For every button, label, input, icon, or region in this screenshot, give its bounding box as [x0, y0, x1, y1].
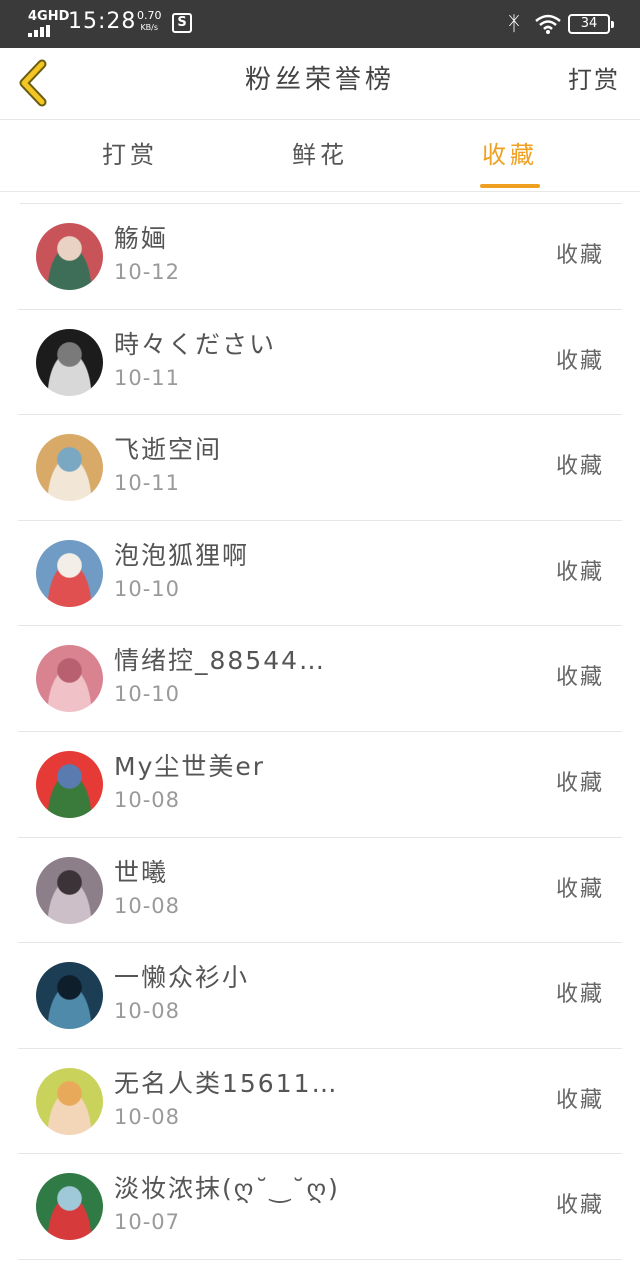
tab-flowers[interactable]: 鲜花 [250, 120, 390, 192]
list-item[interactable]: 飞逝空间 10-11 收藏 [18, 415, 622, 521]
fan-name: 觞婳 [114, 224, 169, 253]
fan-list: 觞婳 10-12 收藏 時々ください 10-11 收藏 飞逝空间 10-11 收… [18, 204, 622, 1260]
avatar[interactable] [36, 750, 103, 818]
list-item[interactable]: 泡泡狐狸啊 10-10 收藏 [18, 521, 622, 627]
reward-button[interactable]: 打赏 [568, 62, 620, 98]
fan-name: 泡泡狐狸啊 [114, 540, 250, 570]
fan-name: 世曦 [114, 857, 169, 887]
fan-name: 飞逝空间 [114, 435, 223, 465]
fan-action-type: 收藏 [555, 454, 604, 480]
avatar[interactable] [36, 539, 103, 607]
fan-date: 10-07 [114, 1210, 181, 1235]
tab-reward[interactable]: 打赏 [60, 120, 200, 192]
avatar[interactable] [36, 645, 103, 713]
fan-date: 10-08 [114, 999, 181, 1024]
signal-icon [28, 25, 52, 37]
active-tab-indicator [480, 184, 540, 188]
clock: 15:28 [68, 9, 137, 34]
fan-date: 10-12 [114, 260, 181, 284]
list-item[interactable]: 情绪控_88544… 10-10 收藏 [18, 626, 622, 732]
fan-name: My尘世美er [114, 751, 266, 781]
fan-name: 无名人类15611… [114, 1068, 339, 1098]
fan-date: 10-10 [114, 576, 181, 601]
avatar[interactable] [36, 1173, 103, 1241]
fan-action-type: 收藏 [555, 876, 604, 902]
fan-date: 10-11 [114, 471, 181, 496]
fan-date: 10-08 [114, 787, 181, 812]
tab-favorites[interactable]: 收藏 [440, 120, 580, 192]
list-item[interactable]: 一懒众衫小 10-08 收藏 [18, 943, 622, 1049]
fan-date: 10-10 [114, 682, 181, 707]
fan-date: 10-08 [114, 893, 181, 918]
wifi-icon [535, 14, 561, 34]
avatar[interactable] [36, 1067, 103, 1135]
avatar[interactable] [36, 223, 103, 290]
notification-app-icon: S [172, 13, 192, 33]
fan-action-type: 收藏 [555, 559, 604, 585]
avatar[interactable] [36, 962, 103, 1030]
app-header: 粉丝荣誉榜 打赏 [0, 48, 640, 120]
bluetooth-icon: ᛡ [508, 11, 520, 35]
fan-action-type: 收藏 [555, 665, 604, 691]
network-type: 4GHD [28, 9, 70, 24]
fan-date: 10-11 [114, 365, 181, 390]
fan-action-type: 收藏 [555, 770, 604, 796]
fan-name: 一懒众衫小 [114, 963, 250, 993]
battery-icon: 34 [568, 14, 614, 34]
fan-name: 淡妆浓抹(ღ˘‿˘ღ) [114, 1174, 340, 1204]
tab-bar: 打赏 鲜花 收藏 [0, 120, 640, 192]
fan-action-type: 收藏 [555, 1193, 604, 1219]
status-bar: 4GHD 15:28 0.70 KB/s S ᛡ 34 [0, 0, 640, 48]
fan-date: 10-08 [114, 1104, 181, 1129]
page-title: 粉丝荣誉榜 [244, 65, 395, 95]
list-item[interactable]: 世曦 10-08 收藏 [18, 838, 622, 944]
list-item[interactable]: 无名人类15611… 10-08 收藏 [18, 1049, 622, 1155]
network-speed: 0.70 KB/s [137, 9, 162, 33]
fan-name: 情绪控_88544… [114, 646, 327, 676]
list-item[interactable]: 淡妆浓抹(ღ˘‿˘ღ) 10-07 收藏 [18, 1154, 622, 1260]
avatar[interactable] [36, 328, 103, 396]
fan-action-type: 收藏 [555, 348, 604, 374]
list-item[interactable]: 觞婳 10-12 收藏 [18, 204, 622, 310]
list-item[interactable]: My尘世美er 10-08 收藏 [18, 732, 622, 838]
fan-action-type: 收藏 [555, 1087, 604, 1113]
fan-name: 時々ください [114, 329, 277, 359]
fan-action-type: 收藏 [555, 982, 604, 1008]
list-item[interactable]: 時々ください 10-11 收藏 [18, 310, 622, 416]
avatar[interactable] [36, 434, 103, 502]
avatar[interactable] [36, 856, 103, 924]
fan-action-type: 收藏 [555, 243, 604, 268]
